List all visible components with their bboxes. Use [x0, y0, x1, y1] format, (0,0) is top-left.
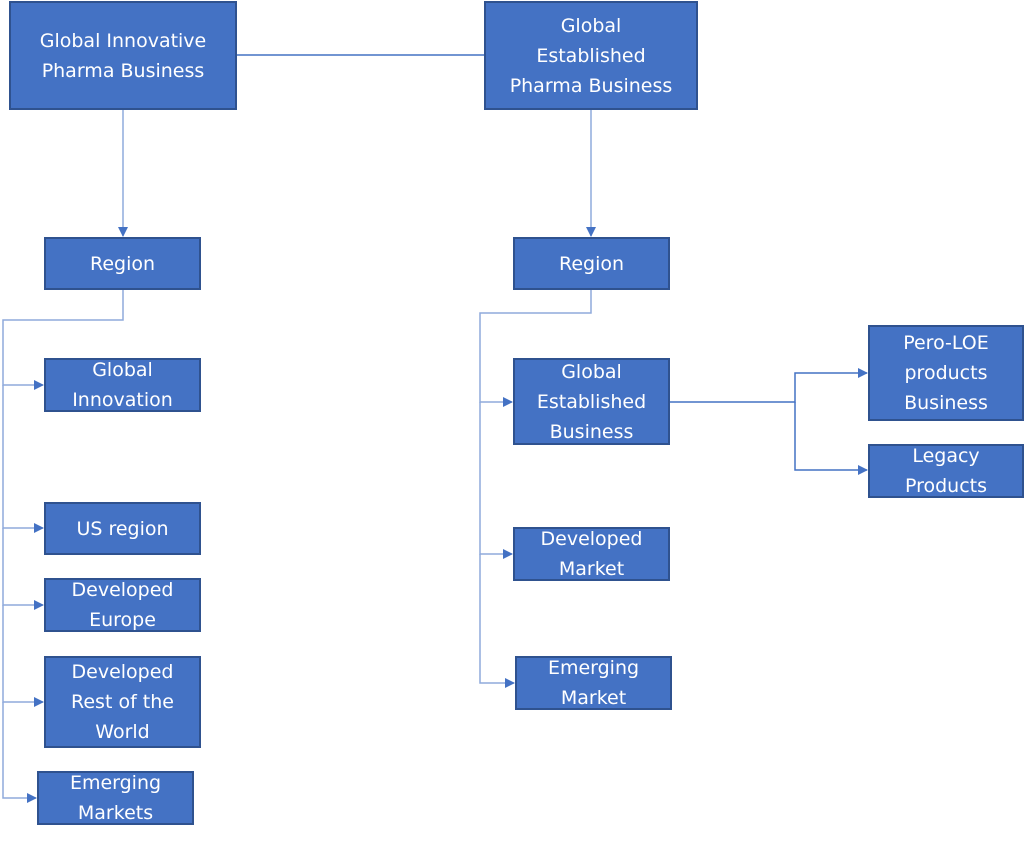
connector-global-established-business-to-legacy-products [794, 402, 868, 475]
node-emerging-market: Emerging Market [515, 656, 672, 710]
node-global-innovation: Global Innovation [44, 358, 201, 412]
node-us-region: US region [44, 502, 201, 555]
node-global-established-pharma-business: Global Established Pharma Business [484, 1, 698, 110]
connector-region-left-to-emerging-markets [2, 702, 37, 803]
node-global-innovative-pharma-business: Global Innovative Pharma Business [9, 1, 237, 110]
node-pero-loe-products-business: Pero-LOE products Business [868, 325, 1024, 421]
org-chart-canvas: Global Innovative Pharma Business Global… [0, 0, 1024, 843]
connector-region-left-to-us-region [2, 385, 44, 533]
node-developed-europe: Developed Europe [44, 578, 201, 632]
node-legacy-products: Legacy Products [868, 444, 1024, 498]
connector-global-established-business-to-pero-loe [670, 368, 868, 403]
connector-region-left-to-developed-europe [2, 528, 44, 610]
connector-region-right-to-emerging-market [479, 554, 515, 688]
node-global-established-business: Global Established Business [513, 358, 670, 445]
node-region-left: Region [44, 237, 201, 290]
connector-region-right-to-developed-market [479, 402, 513, 559]
node-region-right: Region [513, 237, 670, 290]
node-developed-market: Developed Market [513, 527, 670, 581]
node-developed-rest-of-world: Developed Rest of the World [44, 656, 201, 748]
node-emerging-markets: Emerging Markets [37, 771, 194, 825]
connector-region-left-to-developed-row [2, 605, 44, 707]
